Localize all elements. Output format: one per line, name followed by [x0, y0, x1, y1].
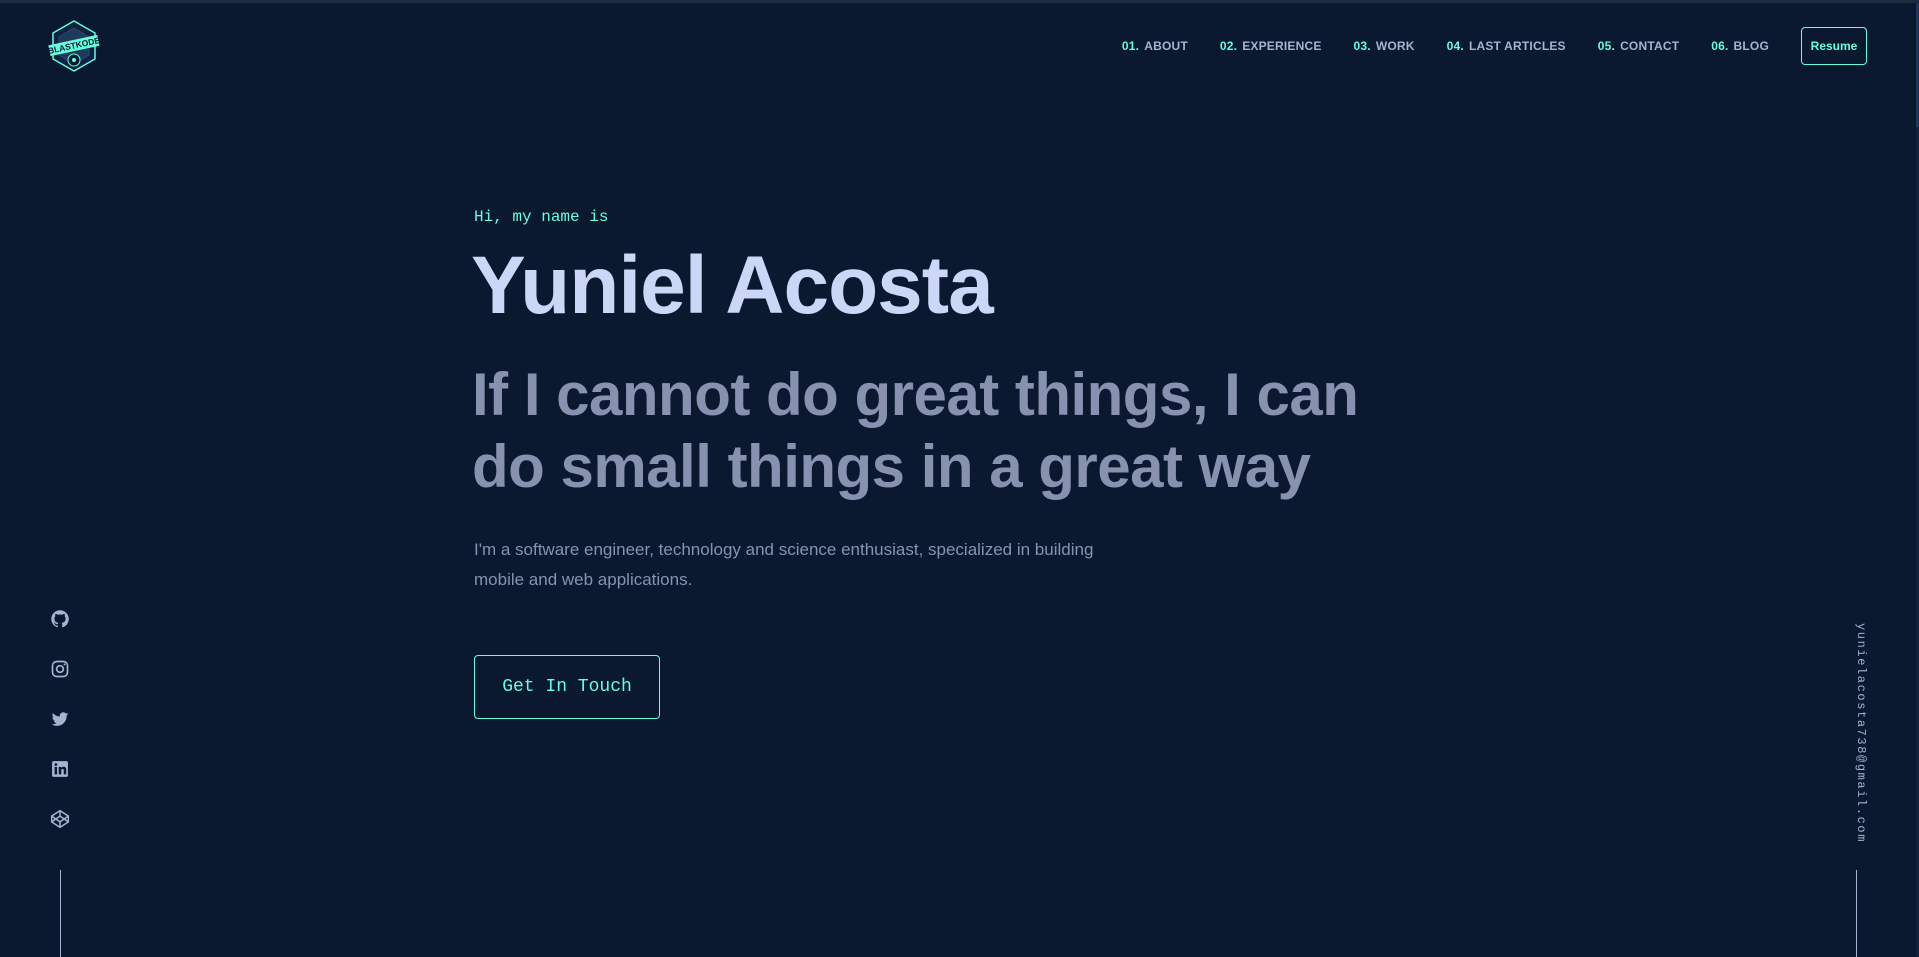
nav-label: ABOUT: [1144, 39, 1188, 53]
logo-icon: BLASTKODE: [47, 20, 101, 72]
logo[interactable]: BLASTKODE: [47, 19, 101, 75]
codepen-link[interactable]: [48, 807, 72, 831]
codepen-icon: [50, 809, 70, 829]
nav-item-work[interactable]: 03. WORK: [1354, 39, 1415, 53]
hero-name: Yuniel Acosta: [471, 240, 994, 331]
nav-number: 01.: [1121, 39, 1140, 53]
github-link[interactable]: [48, 607, 72, 631]
email-link[interactable]: yunielacosta738@gmail.com: [1844, 623, 1868, 843]
nav-number: 03.: [1353, 39, 1371, 53]
nav-label: WORK: [1375, 39, 1415, 53]
nav-item-contact[interactable]: 05. CONTACT: [1598, 39, 1679, 53]
instagram-icon: [51, 660, 69, 678]
nav-item-about[interactable]: 01. ABOUT: [1122, 39, 1188, 53]
get-in-touch-button[interactable]: Get In Touch: [474, 655, 660, 719]
nav-item-blog[interactable]: 06. BLOG: [1711, 39, 1769, 53]
hero-tagline: If I cannot do great things, I can do sm…: [472, 361, 1359, 500]
nav-label: CONTACT: [1620, 39, 1680, 53]
nav-item-experience[interactable]: 02. EXPERIENCE: [1220, 39, 1322, 53]
nav-label: LAST ARTICLES: [1468, 39, 1566, 53]
nav-number: 02.: [1219, 39, 1238, 53]
instagram-link[interactable]: [48, 657, 72, 681]
nav-number: 04.: [1446, 39, 1464, 53]
linkedin-icon: [52, 761, 68, 777]
resume-button[interactable]: Resume: [1801, 27, 1867, 65]
right-sidebar-line: [1856, 870, 1857, 957]
nav-number: 06.: [1711, 39, 1729, 53]
twitter-link[interactable]: [48, 707, 72, 731]
nav-label: EXPERIENCE: [1242, 39, 1322, 53]
hero-greeting: Hi, my name is: [474, 208, 609, 226]
nav-label: BLOG: [1733, 39, 1769, 53]
nav-item-last-articles[interactable]: 04. LAST ARTICLES: [1447, 39, 1566, 53]
twitter-icon: [51, 712, 69, 726]
page: BLASTKODE 01. ABOUT 02. EXPERIENCE 03. W…: [0, 0, 1919, 957]
main-nav: 01. ABOUT 02. EXPERIENCE 03. WORK 04. LA…: [1090, 27, 1867, 65]
nav-number: 05.: [1597, 39, 1616, 53]
linkedin-link[interactable]: [48, 757, 72, 781]
hero-intro: I'm a software engineer, technology and …: [474, 540, 1094, 589]
github-icon: [51, 610, 69, 628]
left-sidebar-line: [60, 870, 61, 957]
